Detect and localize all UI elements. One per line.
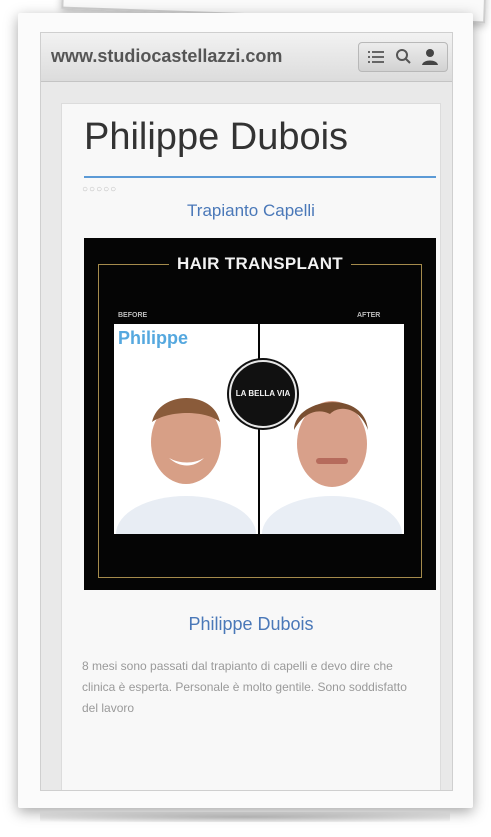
- review-text: 8 mesi sono passati dal trapianto di cap…: [82, 659, 407, 715]
- card-shadow: [40, 812, 450, 822]
- before-after-image: HAIR TRANSPLANT BEFORE AFTER Philippe LA…: [84, 238, 436, 590]
- title-underline: [84, 176, 436, 178]
- profile-content: Philippe Dubois ○○○○○ Trapianto Capelli …: [61, 103, 441, 790]
- after-label: AFTER: [357, 312, 381, 319]
- list-icon[interactable]: [365, 47, 387, 67]
- clinic-badge: LA BELLA VIA: [229, 360, 297, 428]
- site-url[interactable]: www.studiocastellazzi.com: [51, 46, 282, 67]
- user-icon[interactable]: [419, 47, 441, 67]
- search-icon[interactable]: [393, 47, 415, 67]
- hero-title: HAIR TRANSPLANT: [84, 254, 436, 274]
- after-photo: [260, 324, 404, 534]
- before-photo: Philippe: [114, 324, 258, 534]
- before-label: BEFORE: [118, 312, 148, 319]
- photo-name: Philippe: [118, 328, 189, 348]
- rating-dots: ○○○○○: [82, 184, 118, 195]
- address-bar: www.studiocastellazzi.com: [41, 33, 452, 82]
- phone-screen: www.studiocastellazzi.com Philippe Duboi…: [40, 32, 453, 791]
- page-title: Philippe Dubois: [84, 116, 349, 158]
- after-portrait-icon: [262, 401, 402, 534]
- before-portrait-icon: [116, 398, 256, 534]
- phone-mockup: www.studiocastellazzi.com Philippe Duboi…: [18, 13, 473, 808]
- toolbar-icons: [358, 42, 448, 72]
- person-name[interactable]: Philippe Dubois: [62, 614, 440, 635]
- category-link[interactable]: Trapianto Capelli: [62, 201, 440, 221]
